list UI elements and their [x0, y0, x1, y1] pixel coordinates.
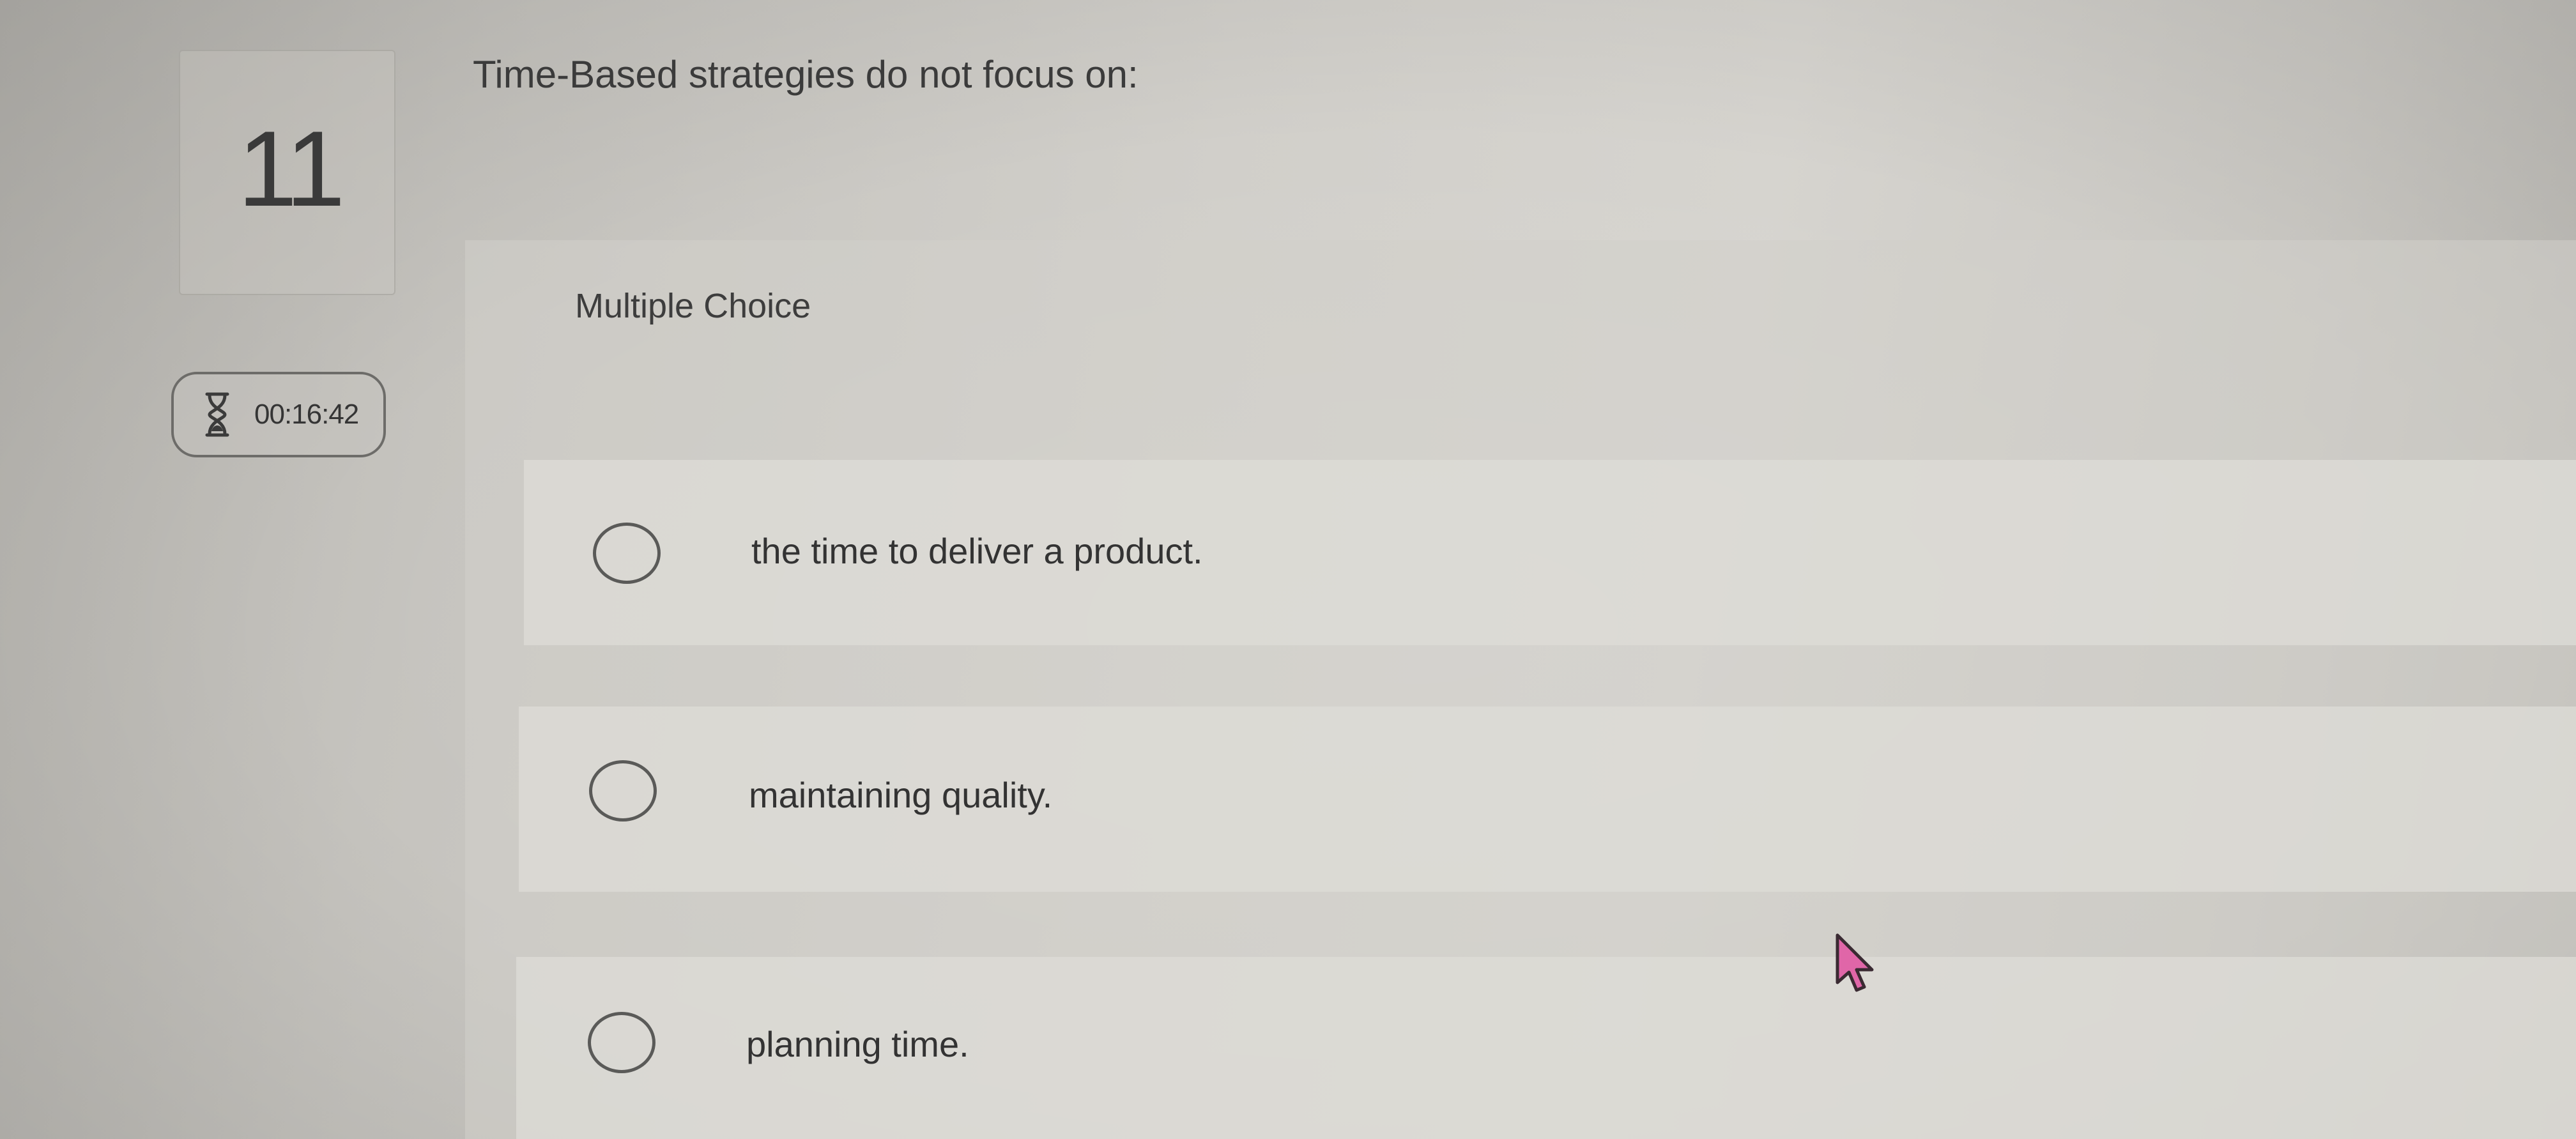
hourglass-icon — [205, 392, 229, 437]
question-type-label: Multiple Choice — [575, 287, 811, 325]
timer-badge[interactable]: 00:16:42 — [171, 372, 386, 457]
answer-option-2[interactable]: maintaining quality. — [519, 707, 2576, 892]
question-number: 11 — [238, 109, 345, 229]
radio-button[interactable] — [589, 760, 657, 822]
answer-option-label: planning time. — [746, 1024, 969, 1064]
radio-button[interactable] — [593, 523, 661, 584]
radio-button[interactable] — [588, 1012, 656, 1073]
timer-value: 00:16:42 — [254, 399, 359, 430]
answer-option-3[interactable]: planning time. — [516, 957, 2576, 1139]
answer-option-1[interactable]: the time to deliver a product. — [524, 460, 2576, 645]
answer-option-label: the time to deliver a product. — [751, 531, 1203, 571]
question-text: Time-Based strategies do not focus on: — [473, 53, 1138, 96]
mouse-pointer-icon — [1836, 933, 1874, 992]
answer-option-label: maintaining quality. — [749, 775, 1053, 815]
